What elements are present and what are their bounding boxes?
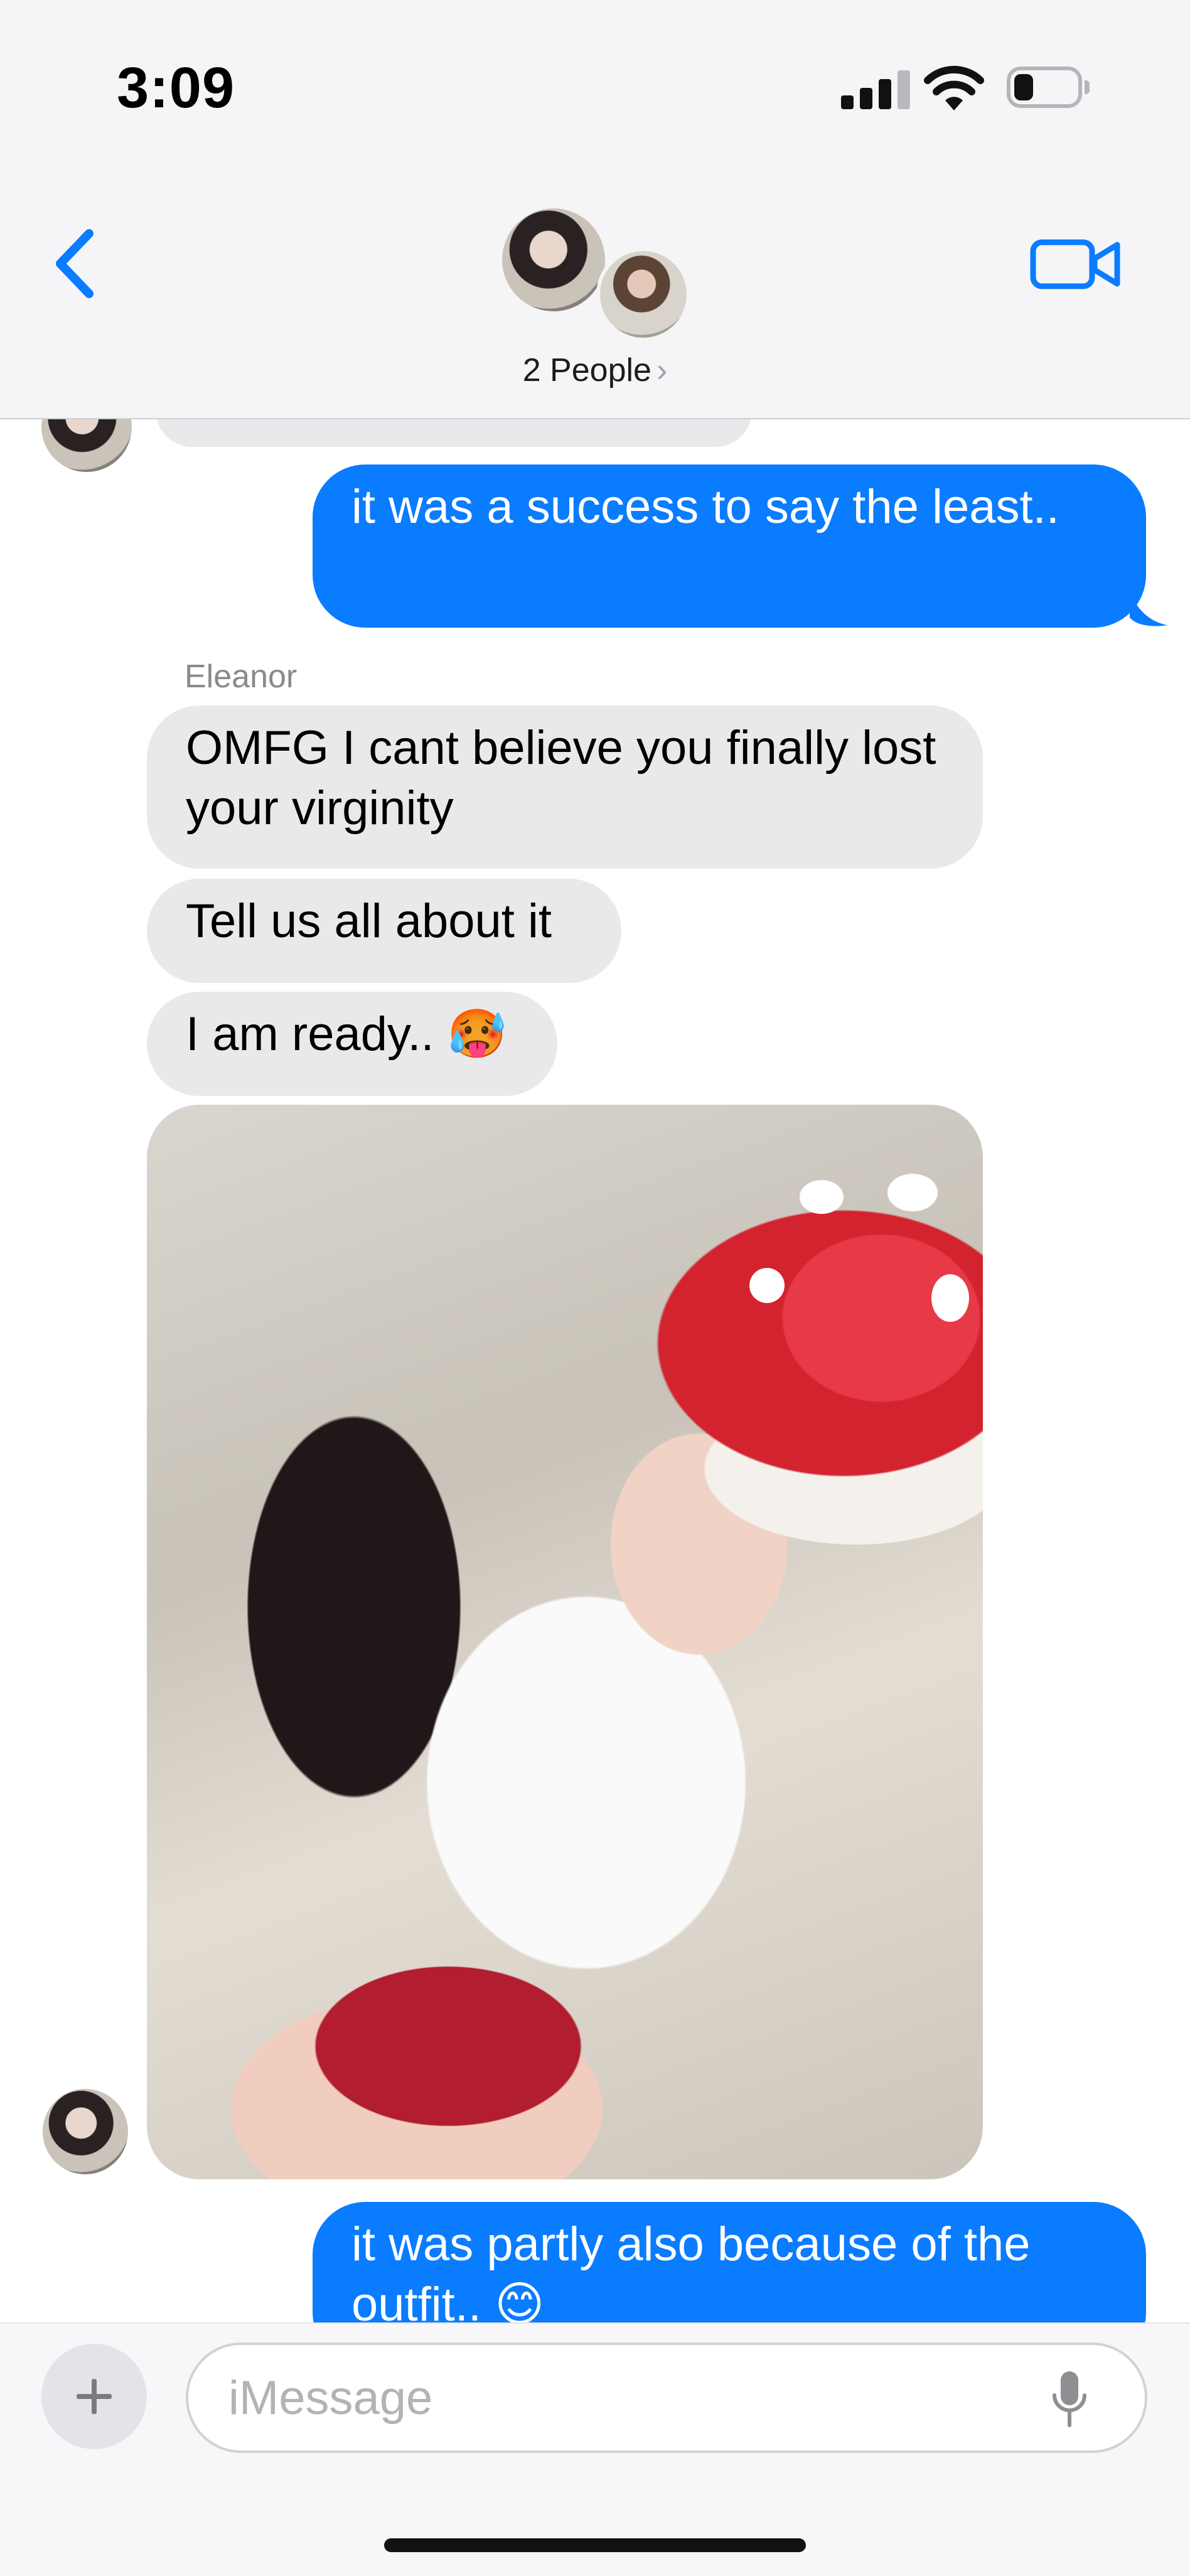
received-message-bubble[interactable]: OMFG I cant believe you finally lost you… — [147, 706, 983, 869]
group-participants-label[interactable]: 2 People › — [0, 352, 1190, 389]
previous-received-bubble[interactable] — [156, 419, 752, 447]
message-thread[interactable]: it was a success to say the least.. Elea… — [0, 419, 1190, 2322]
message-text: OMFG I cant believe you finally lost you… — [186, 721, 936, 835]
home-indicator — [384, 2538, 806, 2552]
status-time: 3:09 — [117, 56, 235, 120]
sent-message-bubble[interactable]: it was partly also because of the outfit… — [313, 2202, 1146, 2322]
message-composer — [0, 2322, 1190, 2576]
message-text: I am ready.. 🥵 — [186, 1007, 507, 1061]
message-input[interactable] — [186, 2343, 1147, 2453]
wifi-icon — [924, 65, 984, 110]
avatar — [41, 419, 132, 472]
avatar — [596, 247, 690, 341]
conversation-header: 3:09 2 People › — [0, 0, 1190, 419]
video-camera-icon[interactable] — [1029, 232, 1123, 295]
avatar — [39, 2085, 132, 2178]
bubble-tail — [1130, 590, 1167, 626]
plus-icon[interactable] — [41, 2344, 147, 2449]
sender-name: Eleanor — [185, 658, 298, 695]
chevron-left-icon[interactable] — [44, 226, 107, 301]
sent-message-bubble[interactable]: it was a success to say the least.. — [313, 464, 1146, 628]
participants-count: 2 People — [522, 352, 651, 389]
photo-attachment[interactable] — [147, 1105, 983, 2179]
group-avatars[interactable] — [496, 205, 703, 343]
chevron-right-icon: › — [656, 352, 668, 389]
cellular-signal-icon — [841, 69, 910, 109]
message-text: it was a success to say the least.. — [351, 480, 1059, 534]
avatar — [498, 205, 609, 315]
received-message-bubble[interactable]: I am ready.. 🥵 — [147, 992, 557, 1096]
battery-icon — [1007, 67, 1090, 108]
message-text: Tell us all about it — [186, 894, 552, 948]
received-message-bubble[interactable]: Tell us all about it — [147, 879, 621, 983]
microphone-icon[interactable] — [1051, 2369, 1088, 2429]
message-text: it was partly also because of the outfit… — [351, 2218, 1031, 2322]
